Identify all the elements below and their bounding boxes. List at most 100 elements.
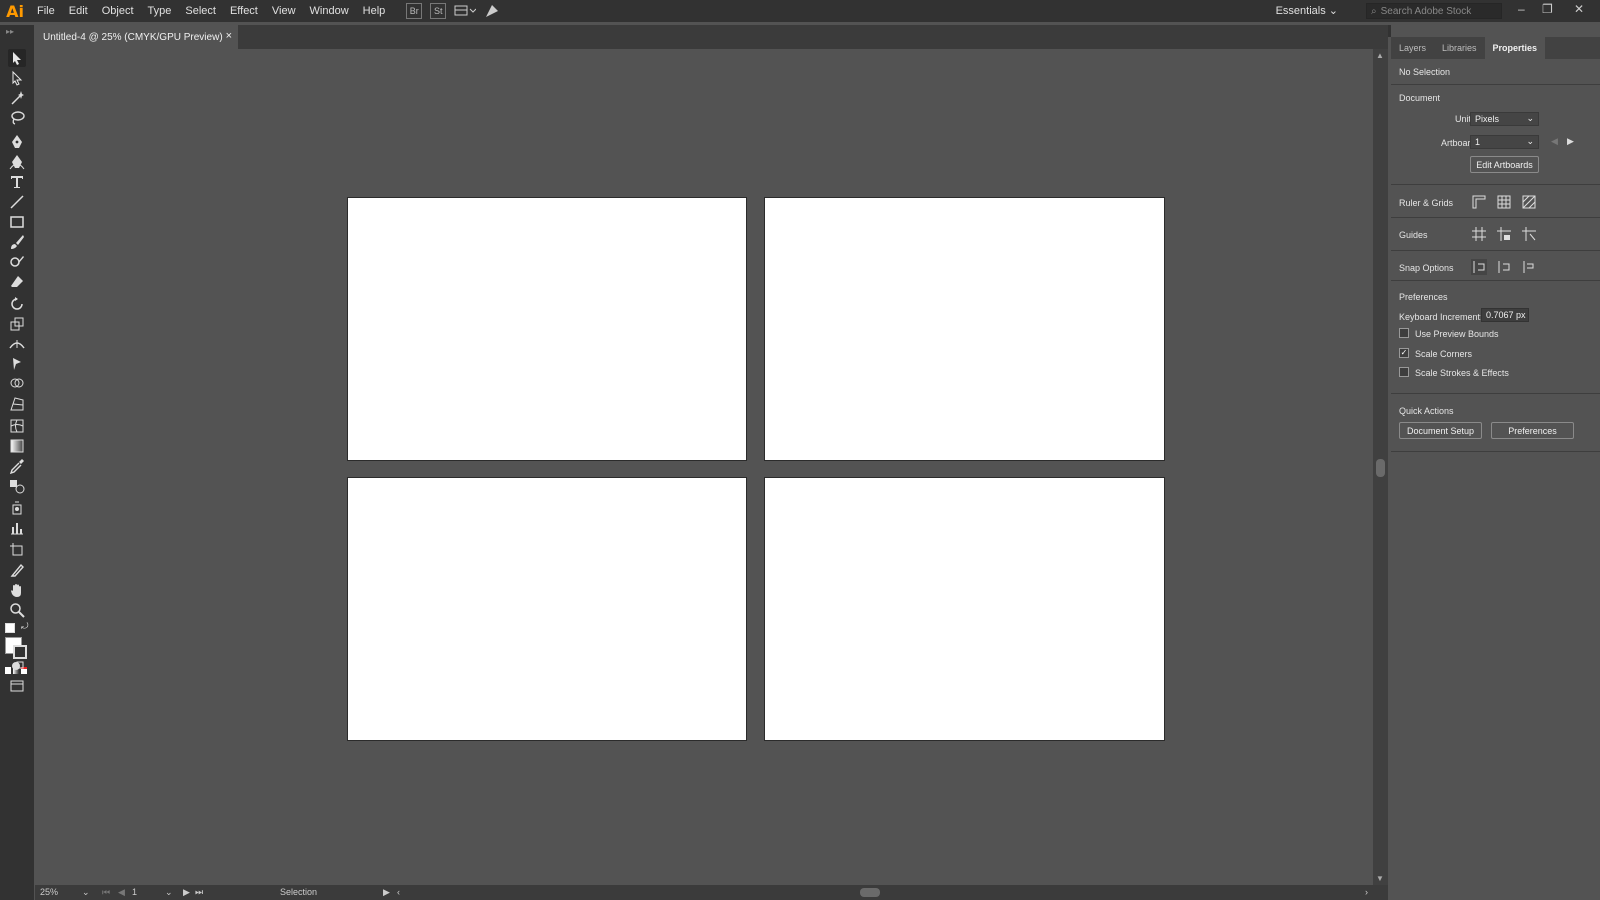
tab-layers[interactable]: Layers [1391, 37, 1434, 59]
horizontal-scroll-thumb[interactable] [860, 888, 880, 897]
tab-libraries[interactable]: Libraries [1434, 37, 1485, 59]
lock-guides-icon[interactable] [1496, 226, 1512, 242]
snap-to-point-icon[interactable] [1471, 259, 1487, 275]
shaper-tool-icon[interactable] [8, 253, 26, 271]
artboard-number[interactable]: 1 [132, 887, 137, 897]
menu-edit[interactable]: Edit [62, 5, 95, 17]
direct-selection-tool-icon[interactable] [8, 69, 26, 87]
document-tab[interactable]: Untitled-4 @ 25% (CMYK/GPU Preview) × [35, 25, 238, 49]
perspective-grid-tool-icon[interactable] [8, 395, 26, 413]
puppet-warp-tool-icon[interactable] [8, 355, 26, 373]
document-setup-button[interactable]: Document Setup [1399, 422, 1482, 439]
use-preview-bounds-checkbox[interactable] [1399, 328, 1409, 338]
scroll-right-icon[interactable]: › [1365, 887, 1368, 897]
pen-tool-icon[interactable] [8, 133, 26, 151]
smart-guides-icon[interactable] [1521, 226, 1537, 242]
artboard-2[interactable] [764, 197, 1165, 461]
artboard-3[interactable] [347, 477, 747, 741]
first-artboard-icon[interactable]: ⏮ [102, 887, 110, 898]
default-fill-stroke-icon[interactable] [5, 623, 15, 633]
draw-mode-icon[interactable] [8, 657, 26, 675]
minimize-icon[interactable]: – [1518, 2, 1525, 16]
menu-select[interactable]: Select [178, 5, 223, 17]
curvature-tool-icon[interactable] [8, 153, 26, 171]
guides-icon[interactable] [1471, 226, 1487, 242]
swap-fill-stroke-icon[interactable]: ⤾ [21, 621, 29, 632]
scale-tool-icon[interactable] [8, 315, 26, 333]
zoom-level[interactable]: 25% [40, 887, 58, 897]
menu-effect[interactable]: Effect [223, 5, 265, 17]
previous-artboard-icon[interactable]: ◀ [118, 887, 125, 898]
paintbrush-tool-icon[interactable] [8, 233, 26, 251]
scroll-up-icon[interactable]: ▲ [1376, 51, 1384, 60]
scale-corners-checkbox[interactable]: ✓ [1399, 348, 1409, 358]
mesh-tool-icon[interactable] [8, 417, 26, 435]
restore-icon[interactable]: ❐ [1542, 2, 1553, 16]
scale-strokes-effects-checkbox[interactable] [1399, 367, 1409, 377]
zoom-dropdown-icon[interactable]: ⌄ [82, 887, 90, 898]
tab-properties[interactable]: Properties [1484, 37, 1546, 59]
hand-tool-icon[interactable] [8, 581, 26, 599]
screen-mode-icon[interactable] [8, 677, 26, 695]
column-graph-tool-icon[interactable] [8, 519, 26, 537]
bridge-button[interactable]: Br [406, 3, 423, 19]
menu-view[interactable]: View [265, 5, 303, 17]
vertical-scroll-thumb[interactable] [1376, 459, 1385, 477]
preferences-button[interactable]: Preferences [1491, 422, 1574, 439]
shape-builder-tool-icon[interactable] [8, 375, 26, 393]
workspace-switcher[interactable]: Essentials ⌄ [1276, 4, 1338, 17]
status-menu-icon[interactable]: ▶ [383, 887, 390, 898]
scroll-down-icon[interactable]: ▼ [1376, 874, 1384, 883]
menu-window[interactable]: Window [303, 5, 356, 17]
blend-tool-icon[interactable] [8, 477, 26, 495]
close-window-icon[interactable]: ✕ [1574, 2, 1584, 16]
artboard-dropdown-icon[interactable]: ⌄ [165, 887, 173, 898]
artboard-4[interactable] [764, 477, 1165, 741]
snap-to-grid-icon[interactable] [1496, 259, 1512, 275]
magic-wand-tool-icon[interactable] [8, 89, 26, 107]
keyboard-increment-input[interactable]: 0.7067 px [1481, 308, 1529, 322]
rectangle-tool-icon[interactable] [8, 213, 26, 231]
snap-to-pixel-icon[interactable] [1521, 259, 1537, 275]
rotate-tool-icon[interactable] [8, 295, 26, 313]
symbol-sprayer-tool-icon[interactable] [8, 499, 26, 517]
transparency-grid-icon[interactable] [1521, 194, 1537, 210]
previous-artboard-arrow-icon[interactable]: ◀ [1551, 136, 1558, 147]
menu-type[interactable]: Type [141, 5, 179, 17]
edit-artboards-button[interactable]: Edit Artboards [1470, 156, 1539, 173]
gradient-tool-icon[interactable] [8, 437, 26, 455]
line-segment-tool-icon[interactable] [8, 193, 26, 211]
eyedropper-tool-icon[interactable] [8, 457, 26, 475]
close-tab-icon[interactable]: × [226, 30, 232, 42]
canvas[interactable] [35, 49, 1373, 885]
next-artboard-icon[interactable]: ▶ [183, 887, 190, 898]
grid-icon[interactable] [1496, 194, 1512, 210]
selection-tool-icon[interactable] [8, 49, 26, 67]
artboard-1[interactable] [347, 197, 747, 461]
menu-object[interactable]: Object [95, 5, 141, 17]
next-artboard-arrow-icon[interactable]: ▶ [1567, 136, 1574, 147]
type-tool-icon[interactable] [8, 173, 26, 191]
toolbar-grip-icon[interactable]: ▸▸ [6, 27, 14, 36]
slice-tool-icon[interactable] [8, 561, 26, 579]
divider [1391, 451, 1600, 452]
stock-button[interactable]: St [430, 3, 447, 19]
artboard-tool-icon[interactable] [8, 541, 26, 559]
ruler-icon[interactable] [1471, 194, 1487, 210]
scale-corners-label: Scale Corners [1415, 349, 1473, 359]
eraser-tool-icon[interactable] [8, 273, 26, 291]
lasso-tool-icon[interactable] [8, 109, 26, 127]
width-tool-icon[interactable] [8, 335, 26, 353]
units-select[interactable]: Pixels ⌄ [1470, 112, 1539, 126]
zoom-tool-icon[interactable] [8, 601, 26, 619]
menu-file[interactable]: File [30, 5, 62, 17]
artboard-select[interactable]: 1 ⌄ [1470, 135, 1539, 149]
menu-help[interactable]: Help [356, 5, 393, 17]
vertical-scrollbar[interactable]: ▲ ▼ [1373, 49, 1388, 885]
scroll-left-icon[interactable]: ‹ [397, 887, 400, 897]
last-artboard-icon[interactable]: ⏭ [195, 887, 203, 898]
gpu-performance-icon[interactable] [484, 3, 500, 19]
stock-search-input[interactable]: ⌕ Search Adobe Stock [1366, 3, 1502, 19]
scale-strokes-effects-label: Scale Strokes & Effects [1415, 368, 1509, 378]
arrange-documents-icon[interactable] [454, 4, 477, 18]
